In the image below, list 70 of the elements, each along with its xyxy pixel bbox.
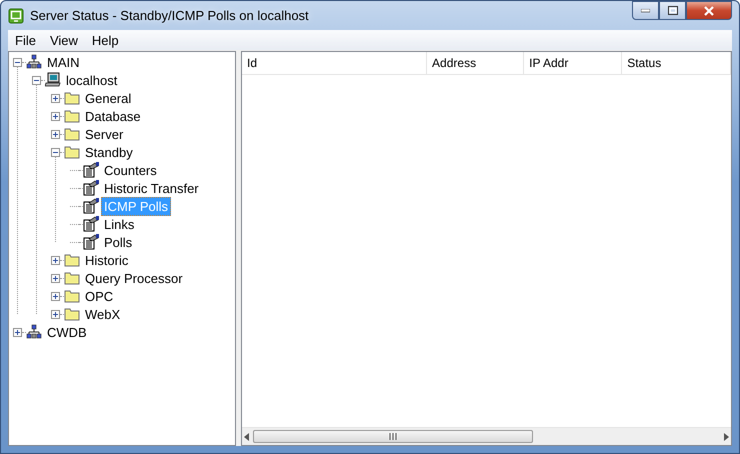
- folder-icon: [64, 126, 80, 142]
- plus-icon: [52, 256, 59, 264]
- expand-button[interactable]: [51, 292, 60, 300]
- column-header[interactable]: Status: [622, 52, 731, 74]
- tree-item[interactable]: localhost: [63, 70, 120, 90]
- tree-item[interactable]: Query Processor: [82, 268, 186, 288]
- expand-button[interactable]: [51, 274, 60, 282]
- scroll-right-icon[interactable]: [723, 432, 729, 440]
- network-icon: [26, 54, 42, 70]
- collapse-button[interactable]: [51, 148, 60, 156]
- expand-button[interactable]: [13, 328, 22, 336]
- tree-item[interactable]: Historic: [82, 250, 132, 270]
- minimize-icon: [641, 8, 650, 12]
- folder-icon: [64, 252, 80, 268]
- plus-icon: [52, 292, 59, 300]
- document-icon: [83, 180, 99, 196]
- document-icon: [83, 198, 99, 214]
- tree-item[interactable]: Polls: [101, 232, 136, 252]
- collapse-button[interactable]: [13, 58, 22, 66]
- window-title: Server Status - Standby/ICMP Polls on localhost: [30, 8, 309, 23]
- tree-item[interactable]: Standby: [82, 142, 136, 162]
- scroll-left-icon[interactable]: [244, 432, 250, 440]
- plus-icon: [14, 328, 21, 336]
- collapse-button[interactable]: [32, 76, 41, 84]
- tree-item[interactable]: OPC: [82, 286, 116, 306]
- expand-button[interactable]: [51, 130, 60, 138]
- folder-icon: [64, 108, 80, 124]
- expand-button[interactable]: [51, 112, 60, 120]
- column-header[interactable]: IP Addr: [524, 52, 622, 74]
- folder-icon: [64, 144, 80, 160]
- grip-icon: [389, 433, 397, 440]
- column-header[interactable]: Id: [242, 52, 428, 74]
- app-icon: [8, 8, 24, 24]
- folder-icon: [64, 90, 80, 106]
- expand-button[interactable]: [51, 94, 60, 102]
- expand-button[interactable]: [51, 256, 60, 264]
- tree-item[interactable]: Historic Transfer: [101, 178, 202, 198]
- tree-item[interactable]: Database: [82, 106, 144, 126]
- tree-item[interactable]: CWDB: [44, 322, 90, 342]
- computer-icon: [45, 72, 61, 88]
- column-header[interactable]: Address: [427, 52, 524, 74]
- maximize-icon: [668, 6, 678, 15]
- expand-button[interactable]: [51, 310, 60, 318]
- document-icon: [83, 234, 99, 250]
- document-icon: [83, 216, 99, 232]
- close-icon: [704, 6, 714, 16]
- tree-item[interactable]: Links: [101, 214, 138, 234]
- maximize-button[interactable]: [659, 1, 686, 20]
- horizontal-scrollbar[interactable]: [242, 427, 731, 445]
- plus-icon: [52, 112, 59, 120]
- scroll-thumb[interactable]: [253, 430, 533, 443]
- folder-icon: [64, 306, 80, 322]
- menu-item[interactable]: Help: [84, 32, 126, 48]
- close-button[interactable]: [686, 1, 732, 20]
- plus-icon: [52, 94, 59, 102]
- plus-icon: [52, 130, 59, 138]
- plus-icon: [52, 310, 59, 318]
- tree-item[interactable]: MAIN: [44, 52, 82, 72]
- menu-item[interactable]: File: [8, 32, 43, 48]
- network-icon: [26, 324, 42, 340]
- menu-item[interactable]: View: [42, 32, 85, 48]
- folder-icon: [64, 270, 80, 286]
- folder-icon: [64, 288, 80, 304]
- plus-icon: [52, 274, 59, 282]
- document-icon: [83, 162, 99, 178]
- tree-item[interactable]: General: [82, 88, 134, 108]
- minimize-button[interactable]: [632, 1, 659, 20]
- tree-item[interactable]: Counters: [101, 160, 160, 180]
- tree-item[interactable]: Server: [82, 124, 126, 144]
- tree-item[interactable]: WebX: [82, 304, 124, 324]
